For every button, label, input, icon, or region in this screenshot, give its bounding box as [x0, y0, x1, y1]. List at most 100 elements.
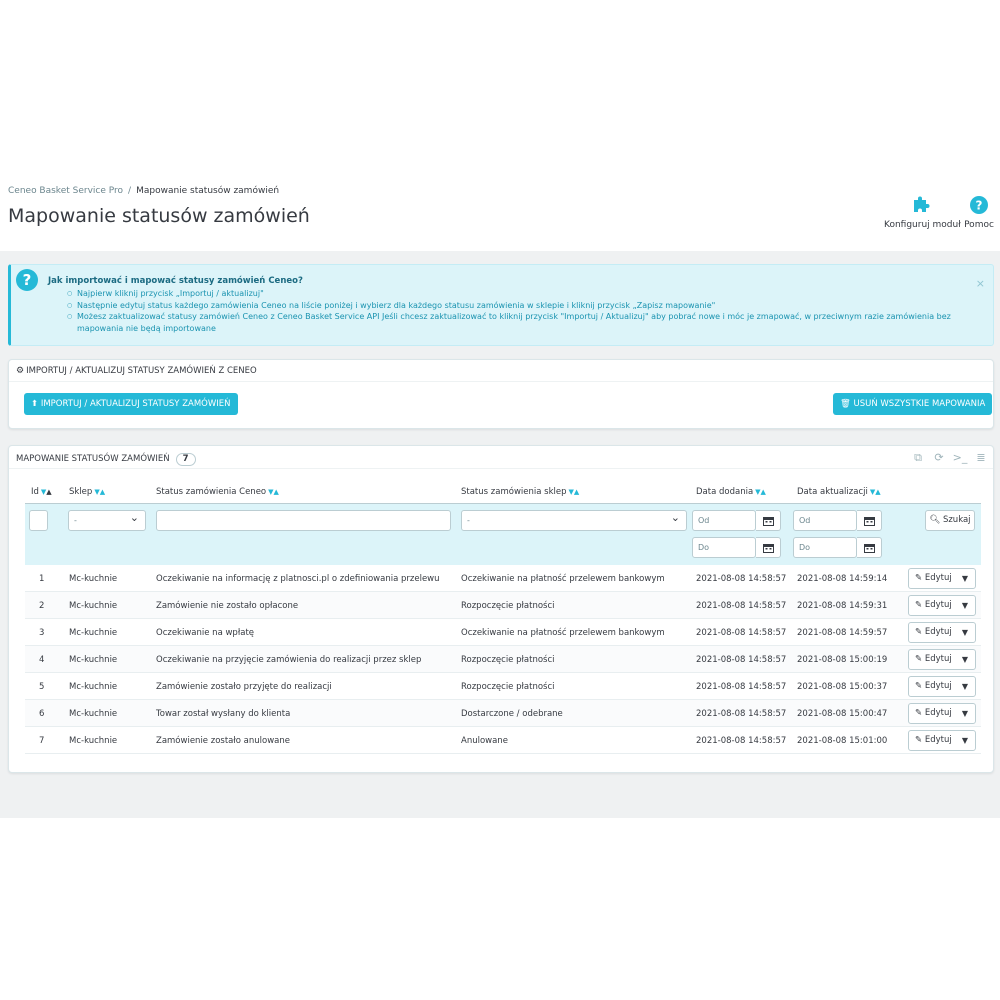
pencil-icon: ✎	[915, 654, 925, 664]
cell-date-add: 2021-08-08 14:58:57	[696, 709, 787, 719]
import-statuses-button[interactable]: ⬆ Importuj / aktualizuj statusy zamówień	[24, 393, 238, 415]
app-window: Ceneo Basket Service Pro / Mapowanie statu…	[0, 0, 1000, 1000]
sql-icon[interactable]: >_	[952, 451, 968, 465]
cell-id: 4	[39, 655, 45, 665]
filter-date-upd-to[interactable]: Do	[793, 537, 857, 558]
puzzle-icon	[914, 196, 930, 212]
cell-id: 6	[39, 709, 45, 719]
sort-icon[interactable]: ▼▲	[568, 488, 579, 496]
caret-down-icon[interactable]: ▼	[955, 731, 975, 750]
cogs-icon: ⚙	[16, 366, 25, 376]
cell-id: 5	[39, 682, 45, 692]
calendar-icon[interactable]	[857, 510, 882, 531]
filter-id-input[interactable]	[29, 510, 48, 531]
column-label-ceneo-status: Status zamówienia Ceneo	[156, 487, 267, 497]
pencil-icon: ✎	[915, 681, 925, 691]
cell-shop: Mc-kuchnie	[69, 628, 118, 638]
database-icon[interactable]: ≣	[973, 451, 989, 465]
sort-icon[interactable]: ▼▲	[755, 488, 766, 496]
info-alert: ? Jak importować i mapować statusy zamów…	[8, 264, 994, 346]
table-row[interactable]: 6 Mc-kuchnie Towar został wysłany do klien…	[25, 700, 981, 727]
table-row[interactable]: 3 Mc-kuchnie Oczekiwanie na wpłatę Oczekiwa…	[25, 619, 981, 646]
filter-date-add-to[interactable]: Do	[692, 537, 756, 558]
cell-shop: Mc-kuchnie	[69, 574, 118, 584]
calendar-icon[interactable]	[756, 537, 781, 558]
column-header-id[interactable]: Id ▼▲	[31, 487, 52, 497]
edit-label: Edytuj	[924, 627, 952, 637]
edit-label: Edytuj	[924, 735, 952, 745]
help-button[interactable]: ? Pomoc	[962, 196, 996, 230]
table-row[interactable]: 2 Mc-kuchnie Zamówienie nie zostało opłaco…	[25, 592, 981, 619]
sort-icon[interactable]: ▼▲	[94, 488, 105, 496]
cell-date-upd: 2021-08-08 15:00:37	[797, 682, 888, 692]
delete-all-mappings-button[interactable]: 🗑 Usuń wszystkie mapowania	[833, 393, 993, 415]
content-area: ? Jak importować i mapować statusy zamów…	[0, 251, 1000, 818]
filter-date-add-from[interactable]: Od	[692, 510, 756, 531]
calendar-icon[interactable]	[857, 537, 882, 558]
svg-text:?: ?	[976, 199, 983, 213]
configure-module-button[interactable]: Konfiguruj moduł	[884, 196, 961, 230]
cell-shop: Mc-kuchnie	[69, 709, 118, 719]
cell-shop-status: Oczekiwanie na płatność przelewem bankow…	[461, 574, 665, 584]
search-button[interactable]: 🔍︎ Szukaj	[925, 510, 975, 531]
import-panel: ⚙ Importuj / aktualizuj statusy zamówień …	[8, 359, 994, 429]
cell-shop-status: Rozpoczęcie płatności	[461, 601, 555, 611]
table-row[interactable]: 4 Mc-kuchnie Oczekiwanie na przyjęcie zamó…	[25, 646, 981, 673]
alert-title: Jak importować i mapować statusy zamówie…	[48, 276, 303, 286]
edit-button[interactable]: ✎ Edytuj	[909, 731, 957, 750]
pencil-icon: ✎	[915, 735, 925, 745]
caret-down-icon[interactable]: ▼	[955, 596, 975, 615]
question-circle-icon: ?	[16, 269, 38, 291]
column-header-ceneo-status[interactable]: Status zamówienia Ceneo ▼▲	[156, 487, 279, 497]
pencil-icon: ✎	[915, 573, 925, 583]
count-badge: 7	[175, 453, 196, 466]
caret-down-icon[interactable]: ▼	[955, 569, 975, 588]
column-header-date-add[interactable]: Data dodania ▼▲	[696, 487, 766, 497]
mapping-panel-title: Mapowanie statusów zamówień	[16, 454, 170, 464]
table-header: Id ▼▲ Sklep ▼▲ Status zamówienia Ceneo ▼▲ S…	[25, 481, 981, 503]
close-icon[interactable]: ×	[976, 277, 985, 290]
caret-down-icon[interactable]: ▼	[955, 650, 975, 669]
delete-all-mappings-label: Usuń wszystkie mapowania	[853, 399, 986, 409]
breadcrumb-parent[interactable]: Ceneo Basket Service Pro	[8, 186, 123, 196]
table-row[interactable]: 7 Mc-kuchnie Zamówienie zostało anulowane A…	[25, 727, 981, 754]
edit-button[interactable]: ✎ Edytuj	[909, 704, 957, 723]
edit-button[interactable]: ✎ Edytuj	[909, 677, 957, 696]
cell-id: 1	[39, 574, 45, 584]
cell-shop: Mc-kuchnie	[69, 682, 118, 692]
caret-down-icon[interactable]: ▼	[955, 623, 975, 642]
filter-row: - - Od Do Od Do 🔍︎ Szukaj	[25, 503, 981, 565]
edit-button[interactable]: ✎ Edytuj	[909, 596, 957, 615]
filter-shop-select[interactable]: -	[68, 508, 146, 531]
alert-item: Następnie edytuj status każdego zamówien…	[67, 300, 987, 312]
cell-date-upd: 2021-08-08 14:59:31	[797, 601, 888, 611]
edit-button-group: ✎ Edytuj ▼	[908, 595, 976, 616]
calendar-icon[interactable]	[756, 510, 781, 531]
sort-icon[interactable]: ▼▲	[870, 488, 881, 496]
refresh-icon[interactable]: ⟳	[931, 451, 947, 465]
column-header-date-upd[interactable]: Data aktualizacji ▼▲	[797, 487, 881, 497]
edit-button[interactable]: ✎ Edytuj	[909, 569, 957, 588]
cell-date-add: 2021-08-08 14:58:57	[696, 736, 787, 746]
cell-shop-status: Rozpoczęcie płatności	[461, 682, 555, 692]
filter-ceneo-status-input[interactable]	[156, 510, 451, 531]
table-row[interactable]: 1 Mc-kuchnie Oczekiwanie na informację z p…	[25, 565, 981, 592]
import-panel-title: Importuj / aktualizuj statusy zamówień z…	[26, 366, 257, 376]
edit-button[interactable]: ✎ Edytuj	[909, 650, 957, 669]
column-header-shop-status[interactable]: Status zamówienia sklep ▼▲	[461, 487, 579, 497]
alert-list: Najpierw kliknij przycisk „Importuj / ak…	[67, 288, 987, 334]
page-header: Ceneo Basket Service Pro / Mapowanie statu…	[0, 178, 1000, 251]
cell-date-upd: 2021-08-08 14:59:14	[797, 574, 888, 584]
sort-icon[interactable]: ▼▲	[41, 488, 52, 496]
cell-date-add: 2021-08-08 14:58:57	[696, 601, 787, 611]
caret-down-icon[interactable]: ▼	[955, 677, 975, 696]
table-row[interactable]: 5 Mc-kuchnie Zamówienie zostało przyjęte d…	[25, 673, 981, 700]
sort-icon[interactable]: ▼▲	[268, 488, 279, 496]
column-header-shop[interactable]: Sklep ▼▲	[69, 487, 105, 497]
edit-button[interactable]: ✎ Edytuj	[909, 623, 957, 642]
caret-down-icon[interactable]: ▼	[955, 704, 975, 723]
edit-label: Edytuj	[924, 708, 952, 718]
filter-shop-status-select[interactable]: -	[461, 508, 687, 531]
filter-date-upd-from[interactable]: Od	[793, 510, 857, 531]
export-icon[interactable]: ⧉	[910, 451, 926, 465]
